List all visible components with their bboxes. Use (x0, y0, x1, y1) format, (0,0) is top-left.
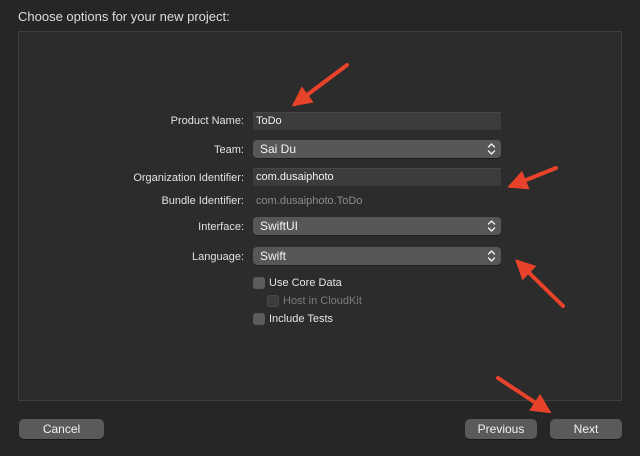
use-core-data-label[interactable]: Use Core Data (269, 277, 342, 289)
page-title: Choose options for your new project: (18, 9, 230, 24)
previous-button[interactable]: Previous (465, 419, 537, 439)
cancel-button[interactable]: Cancel (19, 419, 104, 439)
interface-label: Interface: (198, 221, 244, 233)
organization-identifier-label: Organization Identifier: (133, 172, 244, 184)
include-tests-label[interactable]: Include Tests (269, 313, 333, 325)
options-panel (18, 31, 622, 401)
use-core-data-checkbox[interactable] (253, 277, 265, 289)
interface-popup[interactable]: SwiftUI (253, 217, 501, 235)
chevron-up-down-icon (487, 250, 496, 262)
include-tests-checkbox[interactable] (253, 313, 265, 325)
chevron-up-down-icon (487, 143, 496, 155)
language-popup[interactable]: Swift (253, 247, 501, 265)
bundle-identifier-label: Bundle Identifier: (161, 195, 244, 207)
chevron-up-down-icon (487, 220, 496, 232)
organization-identifier-field[interactable]: com.dusaiphoto (253, 168, 501, 186)
bundle-identifier-value: com.dusaiphoto.ToDo (256, 195, 363, 207)
interface-popup-value: SwiftUI (260, 219, 299, 233)
product-name-label: Product Name: (170, 115, 244, 127)
next-button[interactable]: Next (550, 419, 622, 439)
team-label: Team: (214, 144, 244, 156)
team-popup-value: Sai Du (260, 142, 297, 156)
language-label: Language: (192, 251, 244, 263)
product-name-field[interactable]: ToDo (253, 112, 501, 130)
team-popup[interactable]: Sai Du (253, 140, 501, 158)
host-in-cloudkit-label: Host in CloudKit (283, 295, 362, 307)
host-in-cloudkit-checkbox (267, 295, 279, 307)
language-popup-value: Swift (260, 249, 287, 263)
